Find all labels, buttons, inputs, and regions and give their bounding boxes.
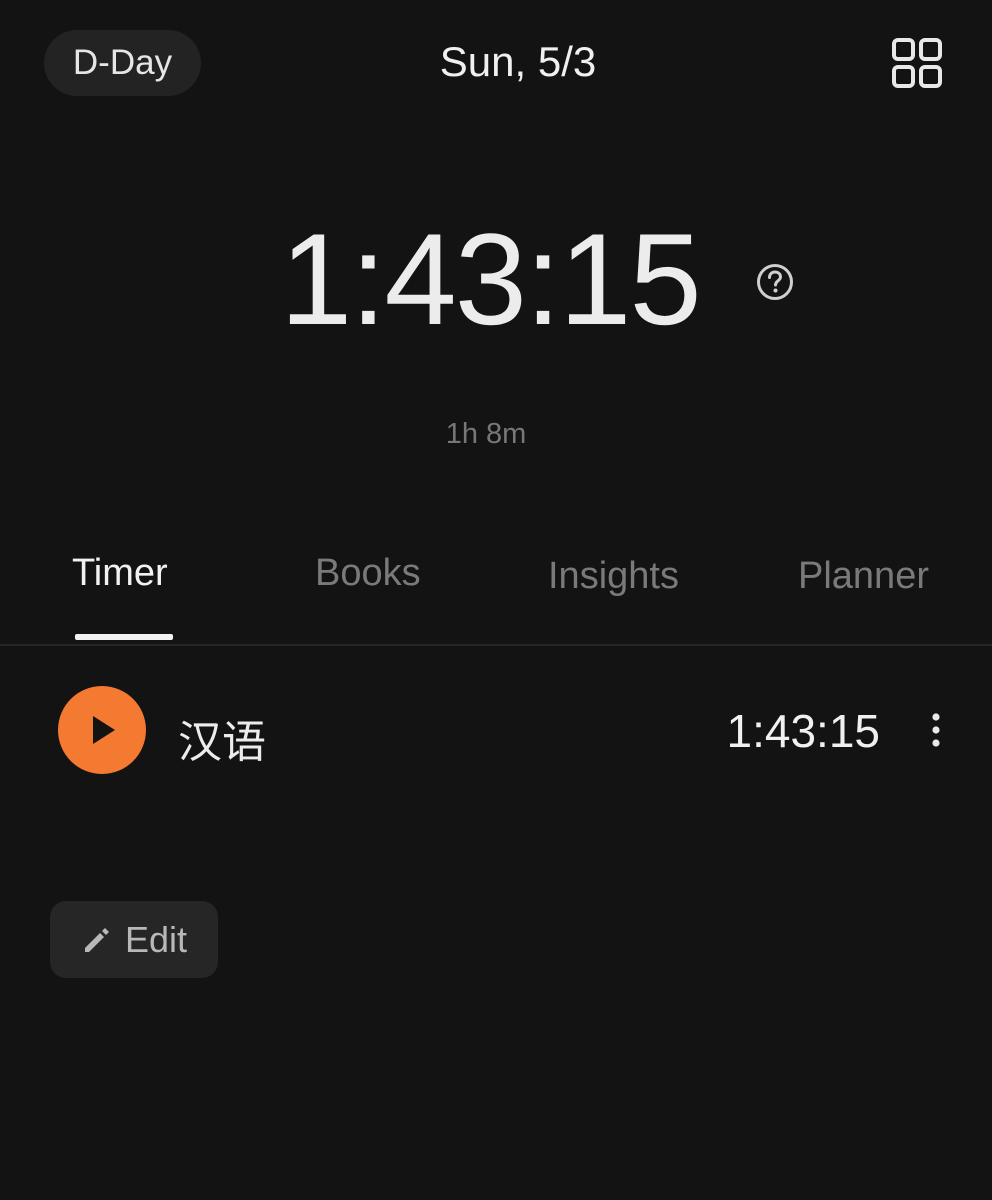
date-title: Sun, 5/3 bbox=[439, 38, 597, 85]
subject-row: 汉语 1:43:15 bbox=[0, 680, 992, 780]
edit-label: Edit bbox=[124, 918, 188, 960]
subject-name: 汉语 bbox=[178, 717, 266, 768]
sub-duration: 1h 8m bbox=[445, 418, 527, 450]
timer-screen: D-Day Sun, 5/3 1:43:15 1h 8m Timer Books… bbox=[0, 0, 992, 1200]
tab-bar: Timer Books Insights Planner bbox=[0, 540, 992, 646]
active-tab-indicator bbox=[75, 634, 173, 640]
more-options-button[interactable] bbox=[916, 710, 956, 750]
total-study-time: 1:43:15 bbox=[280, 206, 702, 352]
tab-books[interactable]: Books bbox=[315, 552, 421, 595]
grid-icon bbox=[892, 38, 942, 88]
edit-button[interactable]: Edit bbox=[50, 901, 218, 978]
grid-menu-button[interactable] bbox=[884, 30, 950, 96]
pencil-icon bbox=[84, 927, 109, 952]
tab-planner[interactable]: Planner bbox=[798, 555, 929, 598]
help-circle-icon bbox=[757, 264, 793, 300]
play-icon bbox=[93, 716, 115, 744]
tab-insights[interactable]: Insights bbox=[548, 555, 679, 598]
more-vertical-icon bbox=[932, 713, 940, 747]
subject-time: 1:43:15 bbox=[726, 705, 880, 757]
play-button[interactable] bbox=[58, 686, 146, 774]
tab-timer[interactable]: Timer bbox=[72, 552, 168, 595]
help-button[interactable] bbox=[755, 262, 795, 302]
